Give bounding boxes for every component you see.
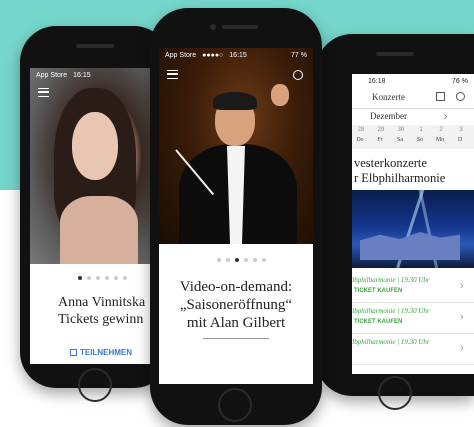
headline-line: vesterkonzerte	[354, 156, 427, 170]
buy-ticket-label: TICKET KAUFEN	[354, 288, 403, 294]
concert-hall-photo	[352, 190, 474, 268]
status-time: 16:18	[368, 77, 386, 85]
hair-shape	[213, 92, 257, 110]
buy-ticket-link[interactable]: TICKET KAUFEN	[354, 288, 402, 294]
teaser-title-line: „Saisoneröffnung“	[179, 297, 293, 313]
event-list: Elbphilharmonie | 19.30 Uhr TICKET KAUFEN…	[352, 272, 474, 365]
conductor-photo	[159, 48, 313, 244]
pager-dot[interactable]	[235, 258, 239, 262]
left-phone: App Store 16:15 Anna Vinnitska Tickets g…	[20, 26, 170, 402]
event-venue: Elbphilharmonie | 19.30 Uhr	[352, 276, 430, 284]
event-row[interactable]: Elbphilharmonie | 19.30 Uhr TICKET KAUFEN…	[352, 303, 474, 334]
gift-icon	[70, 349, 77, 356]
pager-dot[interactable]	[105, 276, 109, 280]
event-row[interactable]: Elbphilharmonie | 19.30 Uhr TICKET KAUFEN…	[352, 272, 474, 303]
chevron-right-icon[interactable]: ›	[460, 311, 464, 323]
home-button[interactable]	[78, 368, 112, 402]
calendar-weekday: So	[416, 137, 424, 143]
teaser-title-line: Video-on-demand:	[179, 279, 293, 295]
event-venue: Elbphilharmonie | 19.30 Uhr	[352, 338, 430, 346]
raised-hand-shape	[271, 84, 289, 106]
search-icon[interactable]	[293, 70, 303, 80]
nav-bar: Konzerte	[352, 88, 474, 108]
speaker	[76, 44, 114, 48]
status-bar: 16:18 76 %	[352, 74, 474, 88]
calendar-date[interactable]: 1	[414, 127, 428, 133]
calendar-weekday: Do	[356, 137, 364, 143]
calendar-weekday: Fr	[377, 137, 383, 143]
status-battery: 76 %	[452, 77, 468, 85]
status-battery: 77 %	[291, 51, 307, 59]
right-phone-screen: 16:18 76 % Konzerte Dezember › 28 29 30 1 2 3…	[352, 74, 474, 374]
section-headline: vesterkonzerte r Elbphilharmonie	[354, 156, 445, 186]
headline-line: r Elbphilharmonie	[354, 171, 446, 185]
calendar-icon[interactable]	[436, 92, 445, 101]
buy-ticket-link[interactable]: TICKET KAUFEN	[354, 319, 402, 325]
pager-dots[interactable]	[78, 276, 127, 280]
nav-title: Konzerte	[372, 92, 405, 102]
pager-dot[interactable]	[253, 258, 257, 262]
portrait-photo	[30, 68, 160, 264]
teaser-title-line: Tickets gewinn	[58, 312, 144, 327]
camera	[210, 24, 216, 30]
event-row[interactable]: Elbphilharmonie | 19.30 Uhr ›	[352, 334, 474, 365]
calendar-weekdays: Do Fr Sa So Mo D	[352, 137, 468, 143]
building-shape	[360, 232, 460, 260]
teaser-title[interactable]: Anna Vinnitska Tickets gewinn	[58, 294, 160, 328]
pager-dot[interactable]	[114, 276, 118, 280]
pager-dot[interactable]	[217, 258, 221, 262]
home-button[interactable]	[378, 376, 412, 410]
center-phone: App Store ●●●●○ 16:15 77 % Video-on-dema…	[150, 8, 322, 425]
calendar-weekday: D	[457, 137, 463, 143]
calendar-date[interactable]: 29	[374, 127, 388, 133]
teaser-title[interactable]: Video-on-demand: „Saisoneröffnung“ mit A…	[159, 278, 313, 332]
status-bar: App Store ●●●●○ 16:15 77 %	[159, 48, 313, 62]
speaker	[222, 25, 258, 29]
calendar-date[interactable]: 28	[354, 127, 368, 133]
app-store-label: App Store	[165, 51, 197, 59]
chevron-right-icon[interactable]: ›	[460, 342, 464, 354]
menu-icon[interactable]	[167, 70, 178, 79]
participate-link[interactable]: TEILNEHMEN	[70, 348, 132, 357]
week-strip[interactable]: 28 29 30 1 2 3 Do Fr Sa So Mo D	[352, 125, 474, 149]
status-bar: App Store 16:15	[30, 68, 160, 82]
search-icon[interactable]	[456, 92, 465, 101]
calendar-weekday: Sa	[397, 137, 403, 143]
menu-icon[interactable]	[38, 88, 49, 97]
buy-ticket-label: TICKET KAUFEN	[354, 319, 403, 325]
pager-dot[interactable]	[262, 258, 266, 262]
chevron-right-icon[interactable]: ›	[460, 280, 464, 292]
chevron-right-icon[interactable]: ›	[444, 111, 447, 122]
pager-dot[interactable]	[123, 276, 127, 280]
calendar-date[interactable]: 3	[454, 127, 468, 133]
calendar-weekday: Mo	[435, 137, 445, 143]
pager-dot[interactable]	[87, 276, 91, 280]
calendar-date[interactable]: 2	[434, 127, 448, 133]
pager-dot[interactable]	[226, 258, 230, 262]
teaser-title-line: Anna Vinnitska	[58, 295, 146, 310]
event-venue: Elbphilharmonie | 19.30 Uhr	[352, 307, 430, 315]
month-label: Dezember	[370, 111, 407, 121]
title-underline	[203, 338, 269, 339]
left-phone-screen: App Store 16:15 Anna Vinnitska Tickets g…	[30, 68, 160, 364]
speaker	[376, 52, 414, 56]
calendar-date[interactable]: 30	[394, 127, 408, 133]
participate-label: TEILNEHMEN	[80, 348, 132, 357]
status-time: 16:15	[73, 71, 91, 79]
status-time: 16:15	[229, 51, 247, 59]
pager-dot[interactable]	[244, 258, 248, 262]
home-button[interactable]	[218, 388, 252, 422]
month-selector[interactable]: Dezember ›	[352, 108, 474, 125]
app-store-label: App Store	[36, 71, 68, 79]
center-phone-screen: App Store ●●●●○ 16:15 77 % Video-on-dema…	[159, 48, 313, 384]
pager-dots[interactable]	[217, 258, 266, 262]
teaser-title-line: mit Alan Gilbert	[186, 315, 286, 331]
face-shape	[72, 112, 118, 180]
pager-dot[interactable]	[78, 276, 82, 280]
signal-icon: ●●●●○	[202, 51, 224, 59]
pager-dot[interactable]	[96, 276, 100, 280]
calendar-dates: 28 29 30 1 2 3	[354, 127, 468, 133]
right-phone: 16:18 76 % Konzerte Dezember › 28 29 30 1 2 3…	[316, 34, 474, 410]
shoulders-shape	[60, 196, 138, 264]
